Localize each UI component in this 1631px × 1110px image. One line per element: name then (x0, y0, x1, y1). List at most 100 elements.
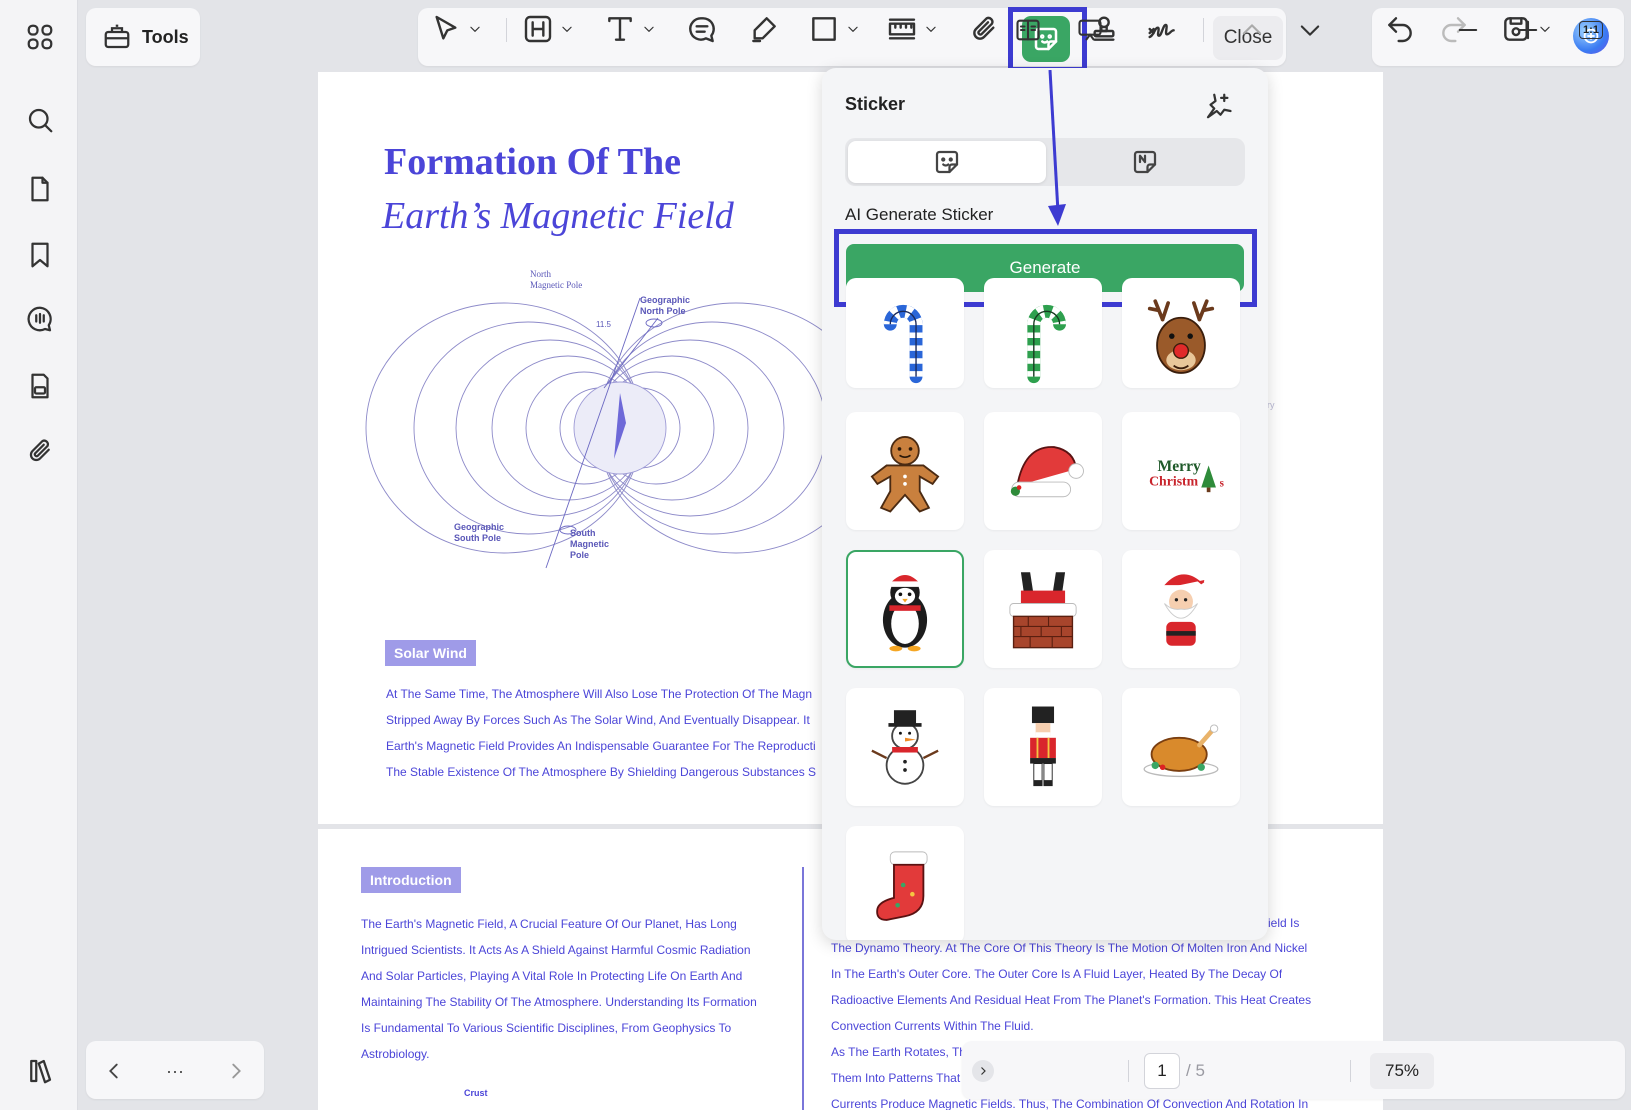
right-column-line: Convection Currents Within The Fluid. (831, 1019, 1034, 1033)
sticker-santa-chimney[interactable] (984, 550, 1102, 668)
right-column-line: Radioactive Elements And Residual Heat F… (831, 993, 1312, 1007)
comment-icon[interactable] (21, 300, 59, 338)
more-button[interactable]: ··· (159, 1055, 191, 1087)
solar-wind-line: Stripped Away By Forces Such As The Sola… (386, 713, 810, 727)
zoom-level[interactable]: 75% (1370, 1053, 1434, 1089)
form-icon[interactable] (21, 367, 59, 405)
select-tool[interactable] (430, 9, 482, 49)
signature-icon (1148, 23, 1175, 39)
sticker-snowman[interactable] (846, 688, 964, 806)
svg-text:Christm: Christm (1149, 474, 1199, 489)
column-divider (802, 867, 804, 1110)
introduction-tag: Introduction (361, 867, 461, 893)
panel-title: Sticker (845, 94, 906, 114)
chevron-down-icon[interactable] (560, 22, 574, 36)
note-tab[interactable] (1046, 141, 1244, 183)
prev-button[interactable] (98, 1055, 130, 1087)
sticker-green-candy-cane[interactable] (984, 278, 1102, 388)
heading-tool[interactable] (522, 9, 574, 49)
shape-tool[interactable] (808, 9, 860, 49)
comment-tool[interactable] (686, 9, 718, 49)
sticker-penguin[interactable] (846, 550, 964, 668)
attach-tool[interactable] (968, 9, 1000, 49)
sticker-nutcracker[interactable] (984, 688, 1102, 806)
layers-icon[interactable] (21, 1052, 59, 1090)
reading-mode-button[interactable] (1014, 13, 1042, 47)
sticker-panel: Sticker AI Generate Sticker Generate Mer… (822, 68, 1268, 940)
sticker-tab[interactable] (848, 141, 1046, 183)
intro-line: Maintaining The Stability Of The Atmosph… (361, 995, 757, 1009)
ruler-icon (888, 18, 916, 40)
page-number-input[interactable]: 1 (1144, 1053, 1180, 1089)
faint-text-fragment: ry (1267, 400, 1275, 410)
solar-wind-line: The Stable Existence Of The Atmosphere B… (386, 765, 817, 779)
undo-icon (1388, 17, 1412, 43)
next-button[interactable] (220, 1055, 252, 1087)
chevron-down-icon[interactable] (642, 22, 656, 36)
actual-size-button[interactable]: 1:1 (1574, 13, 1608, 47)
signature-tool[interactable] (1144, 9, 1182, 49)
heading-icon (524, 15, 552, 43)
pin-add-icon[interactable] (1200, 88, 1236, 124)
page-navigation: ··· (86, 1041, 264, 1099)
undo-button[interactable] (1384, 9, 1416, 49)
tools-button[interactable]: Tools (86, 8, 200, 66)
text-tool[interactable] (604, 9, 656, 49)
zoom-out-button[interactable] (1454, 13, 1482, 47)
sticker-christmas-stocking[interactable] (846, 826, 964, 940)
bookmark-icon[interactable] (21, 236, 59, 274)
search-icon[interactable] (21, 101, 59, 139)
zoom-in-button[interactable] (1514, 13, 1542, 47)
sticker-blue-candy-cane[interactable] (846, 278, 964, 388)
sticker-merry-christmas[interactable]: Merry Christm s (1122, 412, 1240, 530)
page-down-button[interactable] (1296, 13, 1324, 47)
crust-label: Crust (464, 1088, 488, 1098)
right-column-line: As The Earth Rotates, Th (831, 1045, 965, 1059)
measure-tool[interactable] (886, 9, 938, 49)
page-icon[interactable] (21, 170, 59, 208)
marker-icon (752, 17, 776, 43)
chevron-down-icon[interactable] (924, 22, 938, 36)
sticker-santa-hat[interactable] (984, 412, 1102, 530)
book-view-icon (1016, 19, 1040, 41)
expand-button[interactable] (972, 1060, 994, 1082)
north-magnetic-label: North Magnetic Pole (530, 269, 583, 290)
chevron-right-icon (981, 1067, 986, 1075)
chevron-left-icon (109, 1063, 118, 1079)
paperclip-icon (973, 16, 995, 40)
sticker-santa-claus[interactable] (1122, 550, 1240, 668)
svg-text:s: s (1220, 478, 1225, 490)
solar-wind-tag: Solar Wind (385, 640, 476, 666)
presentation-button[interactable] (1076, 13, 1104, 47)
apps-icon[interactable] (21, 18, 59, 56)
sticker-reindeer[interactable] (1122, 278, 1240, 388)
chevron-up-icon (1242, 24, 1262, 35)
right-column-line: Them Into Patterns That (831, 1071, 961, 1085)
intro-line: The Earth's Magnetic Field, A Crucial Fe… (361, 917, 737, 931)
ai-generate-title: AI Generate Sticker (845, 205, 994, 224)
solar-wind-line: Earth's Magnetic Field Provides An Indis… (386, 739, 816, 753)
magnetic-field-diagram (365, 297, 826, 569)
geographic-north-label: Geographic North Pole (640, 295, 691, 316)
intro-line: And Solar Particles, Playing A Vital Rol… (361, 969, 743, 983)
attachment-icon[interactable] (21, 432, 59, 470)
page-up-button[interactable] (1238, 13, 1266, 47)
chevron-down-icon[interactable] (468, 22, 482, 36)
toolbox-icon (104, 24, 130, 49)
rectangle-icon (812, 17, 836, 41)
chevron-down-icon (1300, 25, 1320, 36)
page-total: / 5 (1186, 1061, 1205, 1080)
chevron-down-icon[interactable] (846, 22, 860, 36)
sticker-roast-turkey[interactable] (1122, 688, 1240, 806)
highlight-tool[interactable] (748, 9, 780, 49)
cursor-icon (435, 15, 457, 40)
intro-line: Is Fundamental To Various Scientific Dis… (361, 1021, 732, 1035)
chevron-right-icon (232, 1063, 241, 1079)
sticker-gingerbread-man[interactable] (846, 412, 964, 530)
doc-title-line2: Earth’s Magnetic Field (382, 195, 734, 237)
text-icon (608, 17, 632, 41)
right-column-fragment: ield Is (1268, 916, 1300, 930)
doc-title-line1: Formation Of The (384, 141, 681, 183)
status-bar (962, 1041, 1625, 1099)
svg-text:Merry: Merry (1157, 458, 1201, 475)
